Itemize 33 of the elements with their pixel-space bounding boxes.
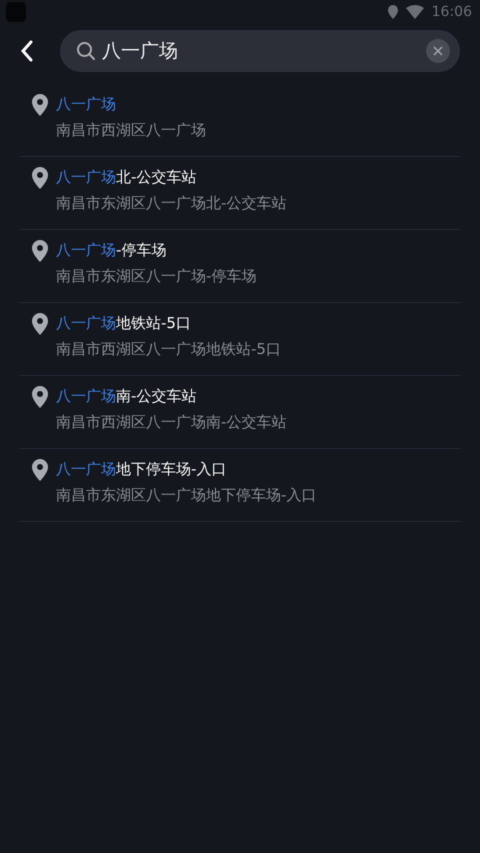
place-address: 南昌市东湖区八一广场北-公交车站 bbox=[56, 193, 286, 213]
place-name: 八一广场 bbox=[56, 94, 117, 114]
location-pin-icon bbox=[32, 313, 48, 335]
wifi-icon bbox=[406, 5, 424, 19]
search-field[interactable]: 八一广场 bbox=[102, 40, 420, 62]
location-pin-icon bbox=[32, 167, 48, 189]
app-icon bbox=[6, 2, 26, 22]
location-pin-icon bbox=[32, 240, 48, 262]
place-name: 八一广场北-公交车站 bbox=[56, 167, 198, 187]
place-name: 八一广场地下停车场-入口 bbox=[56, 459, 228, 479]
place-name: 八一广场地铁站-5口 bbox=[56, 313, 192, 333]
clear-button[interactable] bbox=[426, 39, 450, 63]
status-time: 16:06 bbox=[432, 4, 472, 20]
place-address: 南昌市西湖区八一广场 bbox=[56, 120, 206, 140]
place-name: 八一广场南-公交车站 bbox=[56, 386, 198, 406]
search-icon bbox=[76, 41, 96, 61]
close-icon bbox=[433, 46, 443, 56]
result-item[interactable]: 八一广场南-公交车站 南昌市西湖区八一广场南-公交车站 bbox=[20, 376, 460, 449]
place-address: 南昌市东湖区八一广场-停车场 bbox=[56, 266, 256, 286]
location-pin-icon bbox=[32, 94, 48, 116]
result-item[interactable]: 八一广场 南昌市西湖区八一广场 bbox=[20, 84, 460, 157]
place-address: 南昌市西湖区八一广场地铁站-5口 bbox=[56, 339, 281, 359]
search-bar[interactable]: 八一广场 bbox=[60, 30, 460, 72]
result-item[interactable]: 八一广场北-公交车站 南昌市东湖区八一广场北-公交车站 bbox=[20, 157, 460, 230]
location-pin-icon bbox=[32, 386, 48, 408]
location-pin-icon bbox=[32, 459, 48, 481]
location-icon bbox=[388, 5, 398, 19]
result-item[interactable]: 八一广场地铁站-5口 南昌市西湖区八一广场地铁站-5口 bbox=[20, 303, 460, 376]
result-item[interactable]: 八一广场-停车场 南昌市东湖区八一广场-停车场 bbox=[20, 230, 460, 303]
place-address: 南昌市东湖区八一广场地下停车场-入口 bbox=[56, 485, 316, 505]
result-item[interactable]: 八一广场地下停车场-入口 南昌市东湖区八一广场地下停车场-入口 bbox=[20, 449, 460, 522]
place-name: 八一广场-停车场 bbox=[56, 240, 168, 260]
place-address: 南昌市西湖区八一广场南-公交车站 bbox=[56, 412, 286, 432]
